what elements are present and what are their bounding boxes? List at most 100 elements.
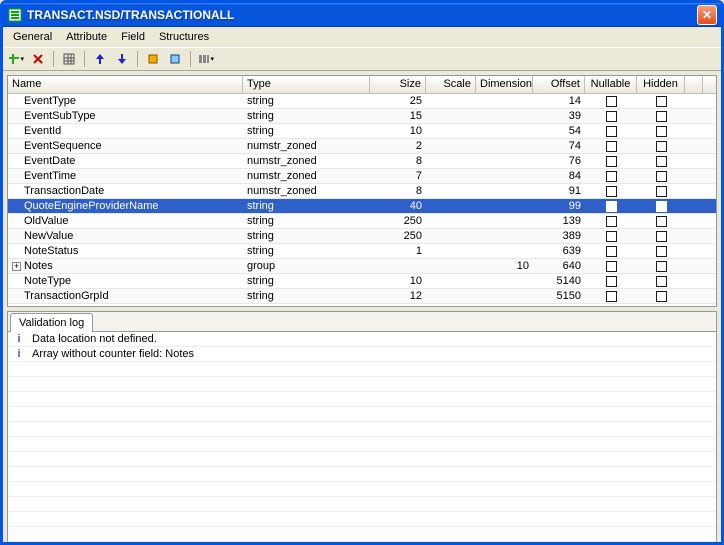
cell-hidden[interactable] [637, 245, 685, 257]
cell-size: 1 [370, 245, 426, 257]
titlebar: TRANSACT.NSD/TRANSACTIONALL ✕ [3, 3, 721, 27]
menu-general[interactable]: General [7, 29, 58, 45]
cell-type: string [243, 245, 370, 257]
tool-a-button[interactable] [144, 50, 162, 68]
cell-nullable[interactable] [585, 290, 637, 302]
col-name[interactable]: Name [8, 76, 243, 93]
cell-offset: 389 [533, 230, 585, 242]
cell-offset: 91 [533, 185, 585, 197]
table-row[interactable]: NoteStatusstring1639 [8, 244, 716, 259]
cell-nullable[interactable] [585, 275, 637, 287]
expand-icon[interactable]: + [12, 262, 21, 271]
tab-validation-log[interactable]: Validation log [10, 313, 93, 332]
col-nullable[interactable]: Nullable [585, 76, 637, 93]
cell-hidden[interactable] [637, 260, 685, 272]
table-row[interactable]: +Notesgroup10640 [8, 259, 716, 274]
menu-field[interactable]: Field [115, 29, 151, 45]
cell-hidden[interactable] [637, 140, 685, 152]
cell-type: numstr_zoned [243, 185, 370, 197]
cell-nullable[interactable] [585, 125, 637, 137]
col-offset[interactable]: Offset [533, 76, 585, 93]
grid-button[interactable] [60, 50, 78, 68]
cell-name: NewValue [8, 230, 243, 242]
table-row[interactable]: EventDatenumstr_zoned876 [8, 154, 716, 169]
table-row[interactable]: OldValuestring250139 [8, 214, 716, 229]
delete-button[interactable] [29, 50, 47, 68]
columns-button[interactable]: ▾ [197, 50, 215, 68]
fields-grid: Name Type Size Scale Dimension Offset Nu… [7, 75, 717, 307]
dialog-window: TRANSACT.NSD/TRANSACTIONALL ✕ General At… [0, 0, 724, 545]
table-row[interactable]: EventTimenumstr_zoned784 [8, 169, 716, 184]
cell-hidden[interactable] [637, 215, 685, 227]
cell-type: string [243, 110, 370, 122]
cell-size: 40 [370, 200, 426, 212]
close-button[interactable]: ✕ [697, 5, 717, 25]
cell-nullable[interactable] [585, 305, 637, 306]
validation-row-empty [8, 392, 716, 407]
cell-hidden[interactable] [637, 305, 685, 306]
validation-panel: Validation log iData location not define… [7, 311, 717, 542]
menu-attribute[interactable]: Attribute [60, 29, 113, 45]
cell-nullable[interactable] [585, 230, 637, 242]
cell-size: 12 [370, 290, 426, 302]
cell-size: 250 [370, 215, 426, 227]
table-row[interactable]: TransactionIdstring125162 [8, 304, 716, 306]
cell-hidden[interactable] [637, 155, 685, 167]
tool-b-button[interactable] [166, 50, 184, 68]
table-row[interactable]: EventTypestring2514 [8, 94, 716, 109]
cell-type: string [243, 275, 370, 287]
validation-row-empty [8, 482, 716, 497]
info-icon: i [12, 348, 26, 360]
cell-nullable[interactable] [585, 245, 637, 257]
table-row[interactable]: TransactionDatenumstr_zoned891 [8, 184, 716, 199]
cell-nullable[interactable] [585, 185, 637, 197]
add-button[interactable]: ▾ [7, 50, 25, 68]
table-row[interactable]: NewValuestring250389 [8, 229, 716, 244]
cell-offset: 84 [533, 170, 585, 182]
cell-type: string [243, 305, 370, 306]
cell-hidden[interactable] [637, 290, 685, 302]
table-row[interactable]: EventIdstring1054 [8, 124, 716, 139]
cell-offset: 5140 [533, 275, 585, 287]
table-row[interactable]: EventSubTypestring1539 [8, 109, 716, 124]
cell-hidden[interactable] [637, 95, 685, 107]
table-row[interactable]: QuoteEngineProviderNamestring4099 [8, 199, 716, 214]
col-scale[interactable]: Scale [426, 76, 476, 93]
table-row[interactable]: TransactionGrpId string 12 5150 [8, 289, 716, 304]
table-row[interactable]: NoteTypestring105140 [8, 274, 716, 289]
menu-structures[interactable]: Structures [153, 29, 215, 45]
col-dimension[interactable]: Dimension [476, 76, 533, 93]
cell-offset: 39 [533, 110, 585, 122]
cell-hidden[interactable] [637, 185, 685, 197]
col-hidden[interactable]: Hidden [637, 76, 685, 93]
cell-hidden[interactable] [637, 110, 685, 122]
cell-nullable[interactable] [585, 155, 637, 167]
grid-body[interactable]: EventTypestring2514EventSubTypestring153… [8, 94, 716, 306]
cell-nullable[interactable] [585, 140, 637, 152]
move-down-button[interactable] [113, 50, 131, 68]
separator [190, 51, 191, 67]
cell-nullable[interactable] [585, 260, 637, 272]
col-size[interactable]: Size [370, 76, 426, 93]
cell-hidden[interactable] [637, 200, 685, 212]
cell-name: QuoteEngineProviderName [8, 200, 243, 212]
cell-hidden[interactable] [637, 125, 685, 137]
cell-name: TransactionGrpId [8, 290, 243, 302]
validation-row[interactable]: iArray without counter field: Notes [8, 347, 716, 362]
cell-nullable[interactable] [585, 200, 637, 212]
window-title: TRANSACT.NSD/TRANSACTIONALL [27, 8, 697, 22]
validation-row[interactable]: iData location not defined. [8, 332, 716, 347]
move-up-button[interactable] [91, 50, 109, 68]
cell-size: 25 [370, 95, 426, 107]
cell-offset: 5150 [533, 290, 585, 302]
cell-hidden[interactable] [637, 275, 685, 287]
cell-name: NoteStatus [8, 245, 243, 257]
col-type[interactable]: Type [243, 76, 370, 93]
cell-nullable[interactable] [585, 170, 637, 182]
table-row[interactable]: EventSequencenumstr_zoned274 [8, 139, 716, 154]
cell-nullable[interactable] [585, 110, 637, 122]
cell-nullable[interactable] [585, 215, 637, 227]
cell-hidden[interactable] [637, 230, 685, 242]
cell-hidden[interactable] [637, 170, 685, 182]
cell-nullable[interactable] [585, 95, 637, 107]
